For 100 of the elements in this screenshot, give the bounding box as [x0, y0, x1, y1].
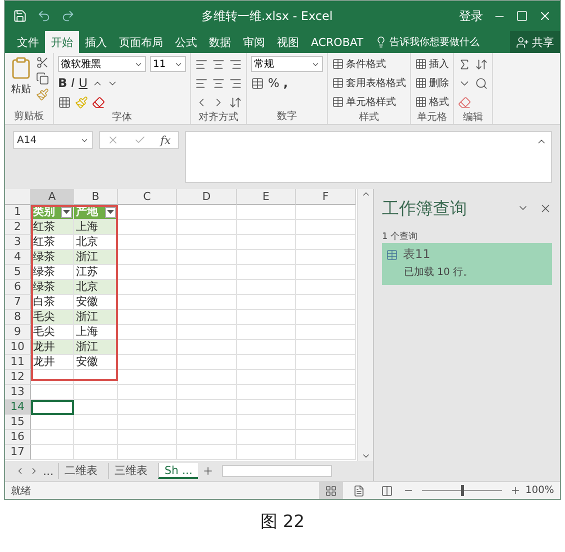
column-header[interactable]: F: [296, 189, 356, 205]
person-add-icon[interactable]: [516, 36, 529, 48]
save-icon[interactable]: [13, 9, 27, 23]
column-header[interactable]: A: [31, 189, 74, 205]
select-all-corner[interactable]: [5, 189, 31, 205]
copy-icon[interactable]: [36, 72, 49, 85]
row-header[interactable]: 8: [5, 310, 31, 325]
column-header[interactable]: C: [118, 189, 177, 205]
cells-button[interactable]: 格式: [415, 94, 449, 110]
grid-view-icon[interactable]: [325, 484, 338, 496]
border-icon[interactable]: [58, 96, 71, 108]
row-header[interactable]: 11: [5, 355, 31, 370]
styles-button[interactable]: 套用表格格式: [332, 75, 406, 91]
sheet-tab[interactable]: 三维表: [108, 463, 154, 479]
row-header[interactable]: 10: [5, 340, 31, 355]
row-header[interactable]: 13: [5, 385, 31, 400]
insert-function-button[interactable]: fx: [160, 134, 171, 146]
zoom-in-icon[interactable]: [510, 485, 522, 496]
row-header[interactable]: 4: [5, 250, 31, 265]
paste-button[interactable]: 粘贴: [9, 56, 33, 109]
columns-view-icon[interactable]: [381, 484, 394, 496]
align-left-icon[interactable]: [195, 76, 208, 90]
eraser-icon[interactable]: [458, 96, 471, 108]
scissors-icon[interactable]: [36, 56, 49, 69]
row-header[interactable]: 9: [5, 325, 31, 340]
row-header[interactable]: 5: [5, 265, 31, 280]
comma-button[interactable]: ,: [283, 76, 288, 90]
filter-dropdown-icon[interactable]: [105, 206, 116, 218]
align-bottom-icon[interactable]: [229, 58, 242, 70]
row-header[interactable]: 1: [5, 205, 31, 220]
lightbulb-icon[interactable]: [375, 36, 388, 48]
ribbon-tab[interactable]: 开始: [45, 31, 79, 53]
sheet-tab[interactable]: 二维表: [58, 463, 104, 479]
ribbon-tab[interactable]: ACROBAT: [305, 31, 370, 53]
row-header[interactable]: 15: [5, 415, 31, 430]
table-icon[interactable]: [332, 96, 344, 108]
redo-icon[interactable]: [61, 9, 75, 23]
maximize-icon[interactable]: [516, 10, 528, 22]
row-header[interactable]: 12: [5, 370, 31, 385]
font-name-field[interactable]: 微软雅黑: [58, 56, 146, 72]
row-header[interactable]: 6: [5, 280, 31, 295]
cells-button[interactable]: 删除: [415, 75, 449, 91]
styles-button[interactable]: 单元格样式: [332, 94, 406, 110]
styles-button[interactable]: 条件格式: [332, 56, 406, 72]
grid-icon[interactable]: [415, 77, 427, 89]
cells-button[interactable]: 插入: [415, 56, 449, 72]
font-size-field[interactable]: 11: [150, 56, 186, 72]
row-header[interactable]: 2: [5, 220, 31, 235]
zoom-thumb[interactable]: [461, 485, 464, 496]
clipboard-icon[interactable]: [9, 56, 33, 80]
underline-button[interactable]: U: [78, 76, 88, 90]
search-icon[interactable]: [475, 76, 488, 90]
column-header[interactable]: D: [177, 189, 237, 205]
cancel-icon[interactable]: [107, 134, 120, 146]
row-header[interactable]: 7: [5, 295, 31, 310]
grid-icon[interactable]: [415, 96, 427, 108]
column-header[interactable]: E: [237, 189, 296, 205]
italic-button[interactable]: I: [71, 76, 75, 90]
name-box[interactable]: A14: [13, 131, 93, 149]
fill-color-icon[interactable]: [75, 96, 88, 108]
row-header[interactable]: 3: [5, 235, 31, 250]
align-middle-icon[interactable]: [212, 58, 225, 70]
sort-icon[interactable]: [475, 58, 488, 70]
percent-button[interactable]: %: [268, 76, 280, 90]
tell-me-search[interactable]: 告诉我你想要做什么: [389, 35, 480, 49]
query-item[interactable]: 表11 已加载 10 行。: [382, 243, 552, 285]
row-header[interactable]: 17: [5, 445, 31, 460]
undo-icon[interactable]: [37, 9, 51, 23]
close-icon[interactable]: [539, 202, 552, 215]
more-sheets[interactable]: ...: [43, 464, 54, 478]
selected-cell[interactable]: [31, 400, 74, 415]
ribbon-tab[interactable]: 视图: [271, 31, 305, 53]
column-header[interactable]: B: [74, 189, 118, 205]
align-center-icon[interactable]: [212, 76, 225, 90]
ribbon-tab[interactable]: 数据: [203, 31, 237, 53]
enter-icon[interactable]: [134, 134, 146, 146]
row-header[interactable]: 14: [5, 400, 31, 415]
grid-icon[interactable]: [415, 58, 427, 70]
share-button[interactable]: 共享: [510, 31, 560, 53]
page-view-icon[interactable]: [353, 484, 366, 496]
sheet-tab[interactable]: Sh ...: [158, 463, 198, 479]
sign-in-link[interactable]: 登录: [458, 8, 483, 24]
align-right-icon[interactable]: [229, 76, 242, 90]
filter-dropdown-icon[interactable]: [61, 206, 72, 218]
add-sheet-icon[interactable]: [202, 465, 214, 477]
number-format-field[interactable]: 常规: [251, 56, 323, 72]
ribbon-tab[interactable]: 插入: [79, 31, 113, 53]
formula-input[interactable]: [185, 131, 552, 183]
bold-button[interactable]: B: [58, 76, 68, 90]
sum-icon[interactable]: [458, 58, 471, 70]
ribbon-tab[interactable]: 文件: [11, 31, 45, 53]
view-button[interactable]: [319, 482, 344, 499]
table-icon[interactable]: [332, 77, 344, 89]
ribbon-tab[interactable]: 公式: [169, 31, 203, 53]
ribbon-tab[interactable]: 审阅: [237, 31, 271, 53]
horizontal-scrollbar[interactable]: [222, 465, 332, 477]
ribbon-tab[interactable]: 页面布局: [113, 31, 169, 53]
table-icon[interactable]: [332, 58, 344, 70]
row-header[interactable]: 16: [5, 430, 31, 445]
align-top-icon[interactable]: [195, 58, 208, 70]
